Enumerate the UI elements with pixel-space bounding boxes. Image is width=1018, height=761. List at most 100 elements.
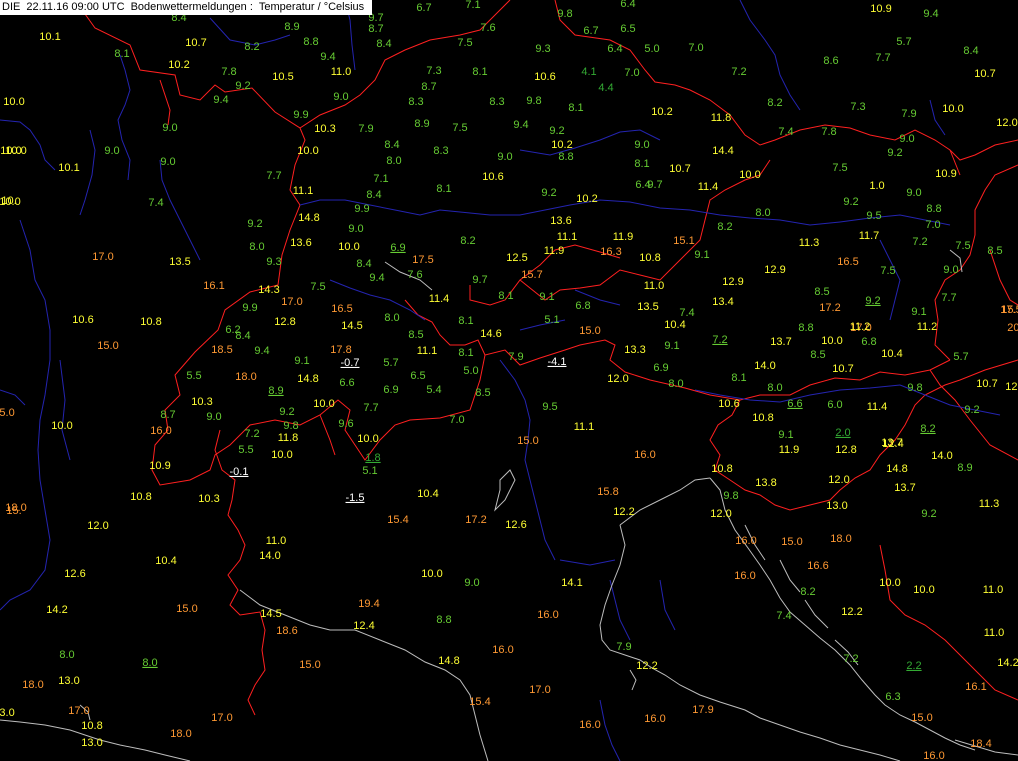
temperature-observation: 10.4 [155,555,176,567]
temperature-observation: 9.8 [907,382,922,394]
temperature-observation: 8.9 [268,385,283,397]
temperature-observation: 8.5 [475,387,490,399]
temperature-observation: 9.2 [865,295,880,307]
temperature-observation: 8.0 [767,382,782,394]
temperature-observation: 7.5 [880,265,895,277]
temperature-observation: 14.0 [259,550,280,562]
temperature-observation: 14.5 [341,320,362,332]
temperature-observation: 13.0 [0,707,15,719]
temperature-observation: 16.0 [579,719,600,731]
temperature-observation: 12.6 [505,519,526,531]
temperature-observation: 11.0 [331,66,352,78]
temperature-observation: 10.1 [58,162,79,174]
temperature-observation: 10.7 [669,163,690,175]
temperature-observation: 11.1 [574,421,595,433]
temperature-observation: 10.0 [313,398,334,410]
temperature-observation: 15.1 [1001,304,1018,316]
temperature-observation: 10.0 [821,335,842,347]
temperature-observation: 10.8 [639,252,660,264]
temperature-observation: 12.9 [722,276,743,288]
temperature-observation: 9.2 [921,508,936,520]
temperature-observation: 9.0 [899,133,914,145]
temperature-observation: 10.0 [739,169,760,181]
temperature-observation: 10.7 [832,363,853,375]
temperature-observation: 14.8 [886,463,907,475]
temperature-observation: 14.8 [297,373,318,385]
temperature-observation: 8.2 [767,97,782,109]
temperature-observation: 15. [6,505,21,517]
temperature-observation: 10.3 [198,493,219,505]
temperature-observation: 8.1 [458,347,473,359]
temperature-observation: 11.0 [983,584,1004,596]
temperature-observation: 11.9 [544,245,565,257]
temperature-observation: 8.2 [717,221,732,233]
temperature-observation: 9.2 [247,218,262,230]
temperature-observation: 13.7 [770,336,791,348]
temperature-observation: 8.1 [634,158,649,170]
temperature-observation: 1.0 [869,180,884,192]
temperature-observation: 11.9 [613,231,634,243]
temperature-observation: 14.4 [712,145,733,157]
temperature-observation: 6.6 [787,398,802,410]
temperature-observation: 18.4 [970,738,991,750]
temperature-observation: 13.6 [550,215,571,227]
temperature-observation: 15.4 [469,696,490,708]
temperature-observation: 4.1 [581,66,596,78]
temperature-observation: 10.4 [664,319,685,331]
temperature-observation: 7.9 [508,351,523,363]
temperature-observation: 11.1 [293,185,314,197]
temperature-observation: 4.4 [598,82,613,94]
temperature-observation: 8.7 [160,409,175,421]
temperature-observation: 9.2 [235,80,250,92]
temperature-observation: 18.0 [170,728,191,740]
weather-map: 8.4 9.7 6.7 7.1 9.8 6.4 10.9 9.4 10.1 8.9 8.7 7.6 6.… [0,0,1018,761]
temperature-observation: 8.5 [408,329,423,341]
temperature-observation: 6.9 [390,242,405,254]
temperature-observation: 13.6 [290,237,311,249]
temperature-observation: 8.5 [814,286,829,298]
temperature-observation: 8.1 [436,183,451,195]
temperature-observation: 8.9 [414,118,429,130]
temperature-observation: 10.8 [752,412,773,424]
temperature-observation: 7.7 [941,292,956,304]
temperature-observation: 13.0 [58,675,79,687]
temperature-observation: 7.4 [778,126,793,138]
temperature-observation: 9.4 [369,272,384,284]
temperature-observation: 9.0 [497,151,512,163]
temperature-observation: 8.9 [284,21,299,33]
temperature-observation: 9.0 [104,145,119,157]
temperature-observation: 18.6 [276,625,297,637]
temperature-observation: 8.0 [386,155,401,167]
temperature-observation: 6.5 [410,370,425,382]
temperature-observation: 6.9 [383,384,398,396]
temperature-observation: 13.5 [169,256,190,268]
temperature-observation: 8.8 [303,36,318,48]
temperature-observation: 8.4 [235,330,250,342]
temperature-observation: 11.9 [779,444,800,456]
temperature-observation: 2.2 [906,660,921,672]
temperature-observation: 8.8 [926,203,941,215]
temperature-observation: 7.5 [955,240,970,252]
temperature-observation: 8.0 [249,241,264,253]
temperature-observation: 7.7 [363,402,378,414]
temperature-observation: 16.1 [965,681,986,693]
temperature-observation: 18.0 [235,371,256,383]
temperature-observation: 8.0 [142,657,157,669]
temperature-observation: 8.8 [436,614,451,626]
temperature-observation: 5.4 [426,384,441,396]
temperature-observation: 7.0 [624,67,639,79]
temperature-observation: 15.0 [517,435,538,447]
temperature-observation: 5.7 [953,351,968,363]
temperature-observation: 9.0 [634,139,649,151]
temperature-observation: 9.0 [906,187,921,199]
temperature-observation: 8.7 [368,23,383,35]
temperature-observation: 10.9 [870,3,891,15]
temperature-observation: 11.0 [984,627,1005,639]
temperature-observation: 6.6 [339,377,354,389]
temperature-observation: 8.5 [987,245,1002,257]
temperature-observation: 7.0 [925,219,940,231]
temperature-observation: 6.5 [620,23,635,35]
temperature-observation: 10.0 [357,433,378,445]
temperature-observation: 13.8 [755,477,776,489]
temperature-observation: 8.1 [114,48,129,60]
